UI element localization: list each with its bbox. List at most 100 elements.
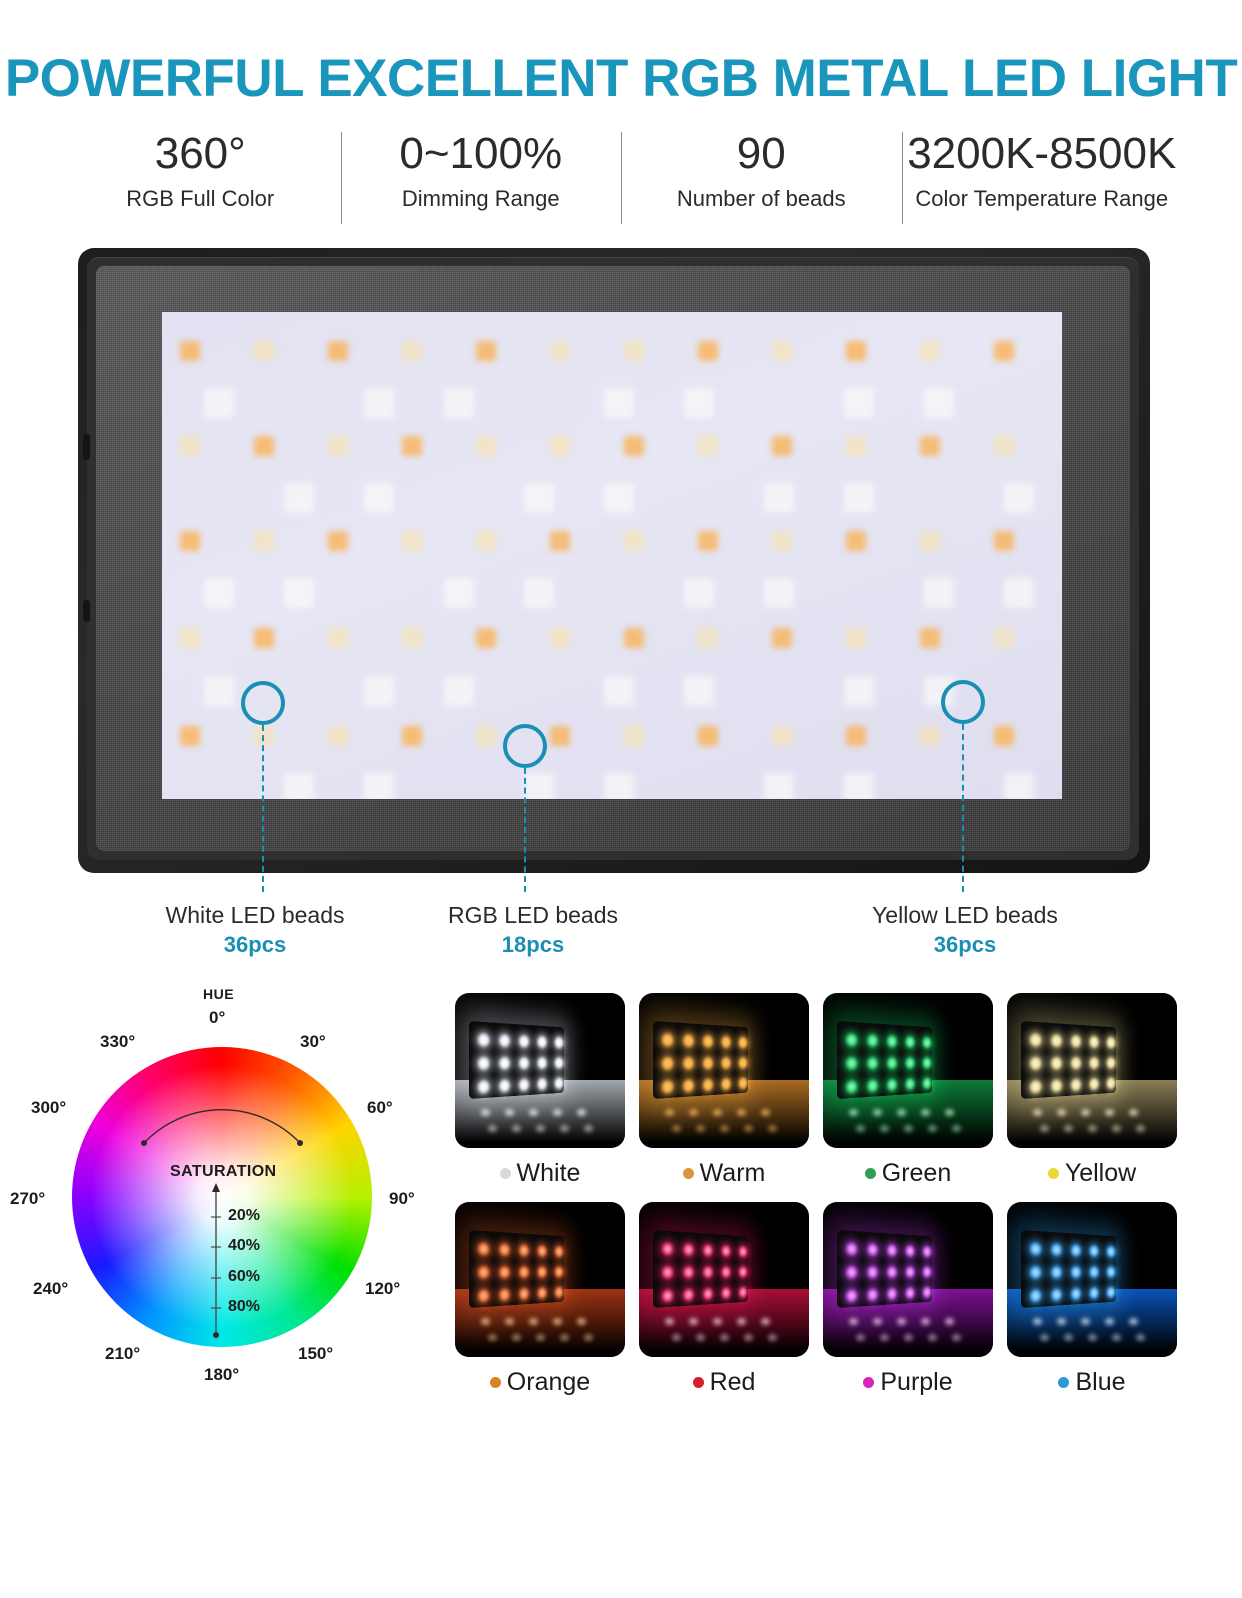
swatch-reflection-dot [768,1125,777,1132]
swatch-preview-image [455,1202,625,1357]
saturation-axis-icon [211,1183,221,1338]
led-bead [254,725,274,746]
led-bead [994,435,1014,456]
swatch-reflection-dot [904,1125,913,1132]
callout-title: Yellow LED beads [872,902,1058,928]
led-bead [550,435,570,456]
swatch-reflection-dot [1129,1318,1138,1325]
swatch-preview-image [1007,1202,1177,1357]
swatch-led-dot [477,1033,490,1047]
swatch-led-dot [845,1057,858,1070]
led-bead [772,628,792,649]
led-bead [476,435,496,456]
led-bead [254,530,274,551]
led-bead [920,435,940,456]
swatch-led-dot [1106,1286,1116,1299]
hue-tick-330: 330° [100,1032,136,1051]
swatch-label: Purple [823,1365,993,1399]
swatch-led-dot [845,1266,858,1279]
swatch-led-dot [499,1034,510,1047]
swatch-reflection-dot [488,1125,497,1132]
swatch-reflection-dot [1064,1334,1073,1341]
swatch-led-dot [703,1057,713,1070]
callout-yellow-led-beads: Yellow LED beads 36pcs [815,900,1115,960]
swatch-led-dot [683,1266,694,1279]
led-bead [698,725,718,746]
swatch-preview-image [823,993,993,1148]
swatch-led-dot [905,1266,915,1278]
swatch-reflection-dot [856,1334,865,1341]
led-bead [476,725,496,746]
saturation-tick-20: 20% [228,1207,261,1224]
swatch-led-dot [1029,1289,1042,1303]
led-bead [994,340,1014,361]
swatch-reflection-dot [1105,1109,1114,1116]
swatch-blue[interactable]: Blue [1007,1202,1177,1399]
stat-label: RGB Full Color [126,186,275,211]
swatch-preview-image [823,1202,993,1357]
led-bead [764,483,794,514]
led-bead [698,435,718,456]
swatch-purple[interactable]: Purple [823,1202,993,1399]
hue-tick-270: 270° [10,1189,46,1208]
swatch-warm[interactable]: Warm [639,993,809,1190]
swatch-color-dot-icon [863,1377,875,1388]
led-bead [402,340,422,361]
callout-rgb-led-beads: RGB LED beads 18pcs [383,900,683,960]
swatch-led-dot [721,1057,731,1069]
swatch-led-dot [499,1288,510,1302]
swatch-led-dot [721,1078,731,1091]
swatch-panel-body [1021,1230,1116,1308]
swatch-led-dot [554,1245,564,1258]
swatch-led-dot [905,1036,915,1048]
swatch-led-dot [519,1078,529,1092]
led-bead [772,340,792,361]
swatch-led-dot [845,1289,858,1303]
hue-tick-240: 240° [33,1279,69,1298]
swatch-reflection-dot [553,1318,562,1325]
led-bead [254,628,274,649]
swatch-reflection-dot [1057,1318,1066,1325]
swatch-label: Warm [639,1156,809,1190]
swatch-reflection-dot [873,1109,882,1116]
swatch-led-dot [661,1080,674,1094]
swatch-reflection-dot [737,1109,746,1116]
led-bead [364,773,394,799]
swatch-led-dot [519,1057,529,1070]
led-bead [684,675,714,706]
swatch-led-dot [1089,1266,1099,1278]
swatch-led-dot [1106,1245,1116,1258]
swatch-panel-body [469,1230,564,1308]
swatch-reflection-dot [1105,1318,1114,1325]
led-bead [444,578,474,609]
swatch-reflection-dot [488,1334,497,1341]
swatch-reflection-dot [849,1318,858,1325]
swatch-led-dot [1029,1033,1042,1047]
swatch-led-dot [499,1266,510,1279]
led-bead [254,435,274,456]
stat-number-of-beads: 90 Number of beads [621,126,902,226]
swatch-preview-image [639,1202,809,1357]
swatch-reflection-dot [1136,1125,1145,1132]
swatch-yellow[interactable]: Yellow [1007,993,1177,1190]
led-bead [772,725,792,746]
saturation-tick-40: 40% [228,1237,261,1254]
swatch-reflection-dot [536,1125,545,1132]
swatch-orange[interactable]: Orange [455,1202,625,1399]
swatch-reflection-dot [536,1334,545,1341]
swatch-white[interactable]: White [455,993,625,1190]
swatch-led-dot [887,1244,897,1257]
swatch-reflection-dot [1112,1125,1121,1132]
swatch-red[interactable]: Red [639,1202,809,1399]
swatch-reflection-dot [665,1318,674,1325]
led-bead [204,388,234,419]
swatch-led-dot [661,1033,674,1047]
swatch-led-dot [738,1036,748,1049]
saturation-axis-label: SATURATION [170,1163,277,1180]
led-bead [180,340,200,361]
led-bead [624,628,644,649]
swatch-reflection-dot [529,1109,538,1116]
swatch-led-dot [721,1245,731,1257]
led-bead [764,578,794,609]
swatch-green[interactable]: Green [823,993,993,1190]
